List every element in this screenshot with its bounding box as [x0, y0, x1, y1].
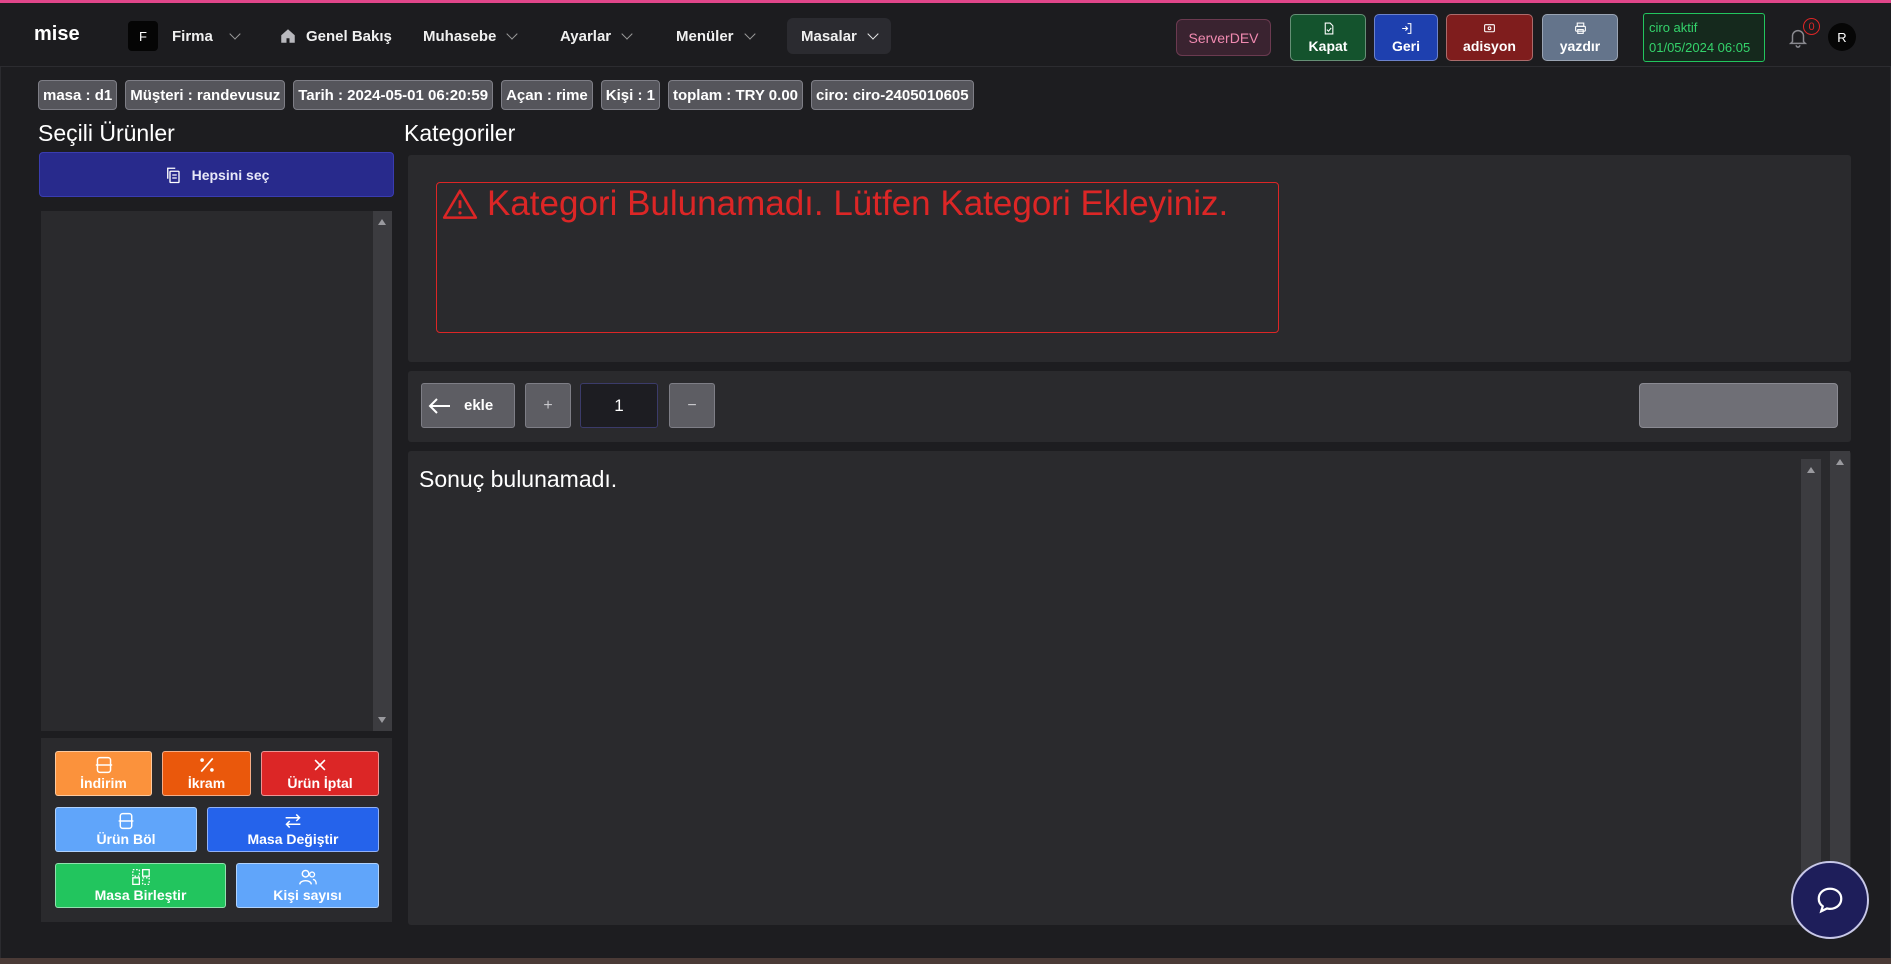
treat-button[interactable]: İkram — [162, 751, 251, 796]
nav-settings[interactable]: Ayarlar — [560, 18, 633, 54]
scroll-down-icon[interactable] — [378, 717, 386, 723]
copy-icon — [166, 167, 180, 183]
merge-tables-button[interactable]: Masa Birleştir — [55, 863, 226, 908]
notification-count-badge: 0 — [1803, 18, 1820, 35]
selected-products-title: Seçili Ürünler — [38, 120, 175, 146]
printer-icon — [1574, 22, 1586, 34]
back-button[interactable]: Geri — [1374, 14, 1438, 61]
chip-total: toplam : TRY 0.00 — [667, 80, 804, 110]
add-button-label: ekle — [464, 397, 494, 414]
back-button-label: Geri — [1391, 37, 1420, 54]
ciro-status-line1: ciro aktif — [1649, 20, 1698, 35]
increment-button[interactable]: + — [525, 383, 571, 428]
add-controls-panel: ekle + 1 − — [408, 371, 1851, 442]
products-results-panel: Sonuç bulunamadı. — [408, 451, 1851, 925]
table-info-chips: masa : d1 Müşteri : randevusuz Tarih : 2… — [38, 80, 974, 110]
discount-label: İndirim — [80, 775, 127, 791]
merge-tables-label: Masa Birleştir — [94, 887, 187, 903]
categories-title: Kategoriler — [404, 120, 516, 146]
chip-ciro: ciro: ciro-2405010605 — [811, 80, 974, 110]
nav-overview[interactable]: Genel Bakış — [279, 18, 392, 54]
no-results-text: Sonuç bulunamadı. — [419, 466, 618, 492]
scroll-up-icon[interactable] — [1807, 467, 1815, 473]
page-scrollbar[interactable] — [1830, 451, 1850, 871]
scroll-up-icon[interactable] — [378, 219, 386, 225]
percent-icon — [199, 757, 214, 773]
bottom-strip — [0, 958, 1891, 964]
nav-menus[interactable]: Menüler — [676, 18, 756, 54]
swap-icon — [285, 813, 301, 829]
users-icon — [298, 869, 317, 885]
close-button[interactable]: Kapat — [1290, 14, 1366, 61]
quantity-field[interactable]: 1 — [580, 383, 658, 428]
nav-menus-label: Menüler — [676, 27, 734, 45]
select-all-button[interactable]: Hepsini seç — [39, 152, 394, 197]
decrement-button[interactable]: − — [669, 383, 715, 428]
file-check-icon — [1324, 22, 1333, 34]
guest-count-label: Kişi sayısı — [273, 887, 342, 903]
merge-icon — [131, 868, 150, 886]
top-navbar: mise F Firma Genel Bakış Muhasebe Ayarla… — [0, 3, 1891, 67]
home-icon — [281, 29, 295, 43]
category-alert-text: Kategori Bulunamadı. Lütfen Kategori Ekl… — [487, 184, 1229, 223]
firm-badge: F — [128, 21, 158, 51]
split-icon — [118, 812, 134, 830]
warning-icon — [442, 189, 478, 219]
treat-label: İkram — [187, 775, 226, 791]
chevron-down-icon — [621, 27, 633, 40]
chat-icon — [1817, 887, 1843, 914]
chip-date: Tarih : 2024-05-01 06:20:59 — [293, 80, 494, 110]
results-scrollbar[interactable] — [1801, 459, 1821, 879]
categories-panel: Kategori Bulunamadı. Lütfen Kategori Ekl… — [408, 155, 1851, 362]
ciro-status[interactable]: ciro aktif 01/05/2024 06:05 — [1643, 13, 1765, 62]
arrow-left-icon — [428, 397, 450, 414]
chat-support-button[interactable] — [1791, 861, 1869, 939]
chevron-down-icon — [867, 27, 879, 40]
nav-accounting[interactable]: Muhasebe — [423, 18, 519, 54]
cancel-product-button[interactable]: Ürün İptal — [261, 751, 379, 796]
server-dev-badge[interactable]: ServerDEV — [1176, 19, 1271, 56]
receipt-icon — [1484, 23, 1495, 32]
change-table-label: Masa Değiştir — [247, 831, 339, 847]
nav-firm-label: Firma — [172, 27, 213, 45]
category-alert: Kategori Bulunamadı. Lütfen Kategori Ekl… — [436, 182, 1279, 333]
split-product-button[interactable]: Ürün Böl — [55, 807, 197, 852]
list-scrollbar[interactable] — [373, 211, 392, 731]
change-table-button[interactable]: Masa Değiştir — [207, 807, 379, 852]
split-product-label: Ürün Böl — [96, 831, 156, 847]
nav-accounting-label: Muhasebe — [423, 27, 497, 45]
chip-customer: Müşteri : randevusuz — [125, 80, 286, 110]
avatar[interactable]: R — [1828, 23, 1856, 51]
close-icon — [314, 759, 326, 771]
app-logo[interactable]: mise — [34, 23, 80, 46]
right-action-field[interactable] — [1639, 383, 1838, 428]
discount-button[interactable]: İndirim — [55, 751, 152, 796]
cancel-product-label: Ürün İptal — [287, 775, 353, 791]
selected-products-list[interactable] — [41, 211, 392, 731]
nav-settings-label: Ayarlar — [560, 27, 612, 45]
scroll-up-icon[interactable] — [1836, 459, 1844, 465]
guest-count-button[interactable]: Kişi sayısı — [236, 863, 379, 908]
print-button[interactable]: yazdır — [1542, 14, 1618, 61]
exit-icon — [1401, 22, 1411, 34]
product-operations-panel: İndirim İkram Ürün İptal Ürün Böl Masa D… — [41, 738, 392, 922]
nav-tables[interactable]: Masalar — [787, 18, 891, 54]
bill-button-label: adisyon — [1463, 37, 1516, 54]
nav-overview-label: Genel Bakış — [306, 27, 392, 45]
chevron-down-icon — [229, 27, 241, 40]
nav-firm[interactable]: F Firma — [128, 18, 241, 54]
bill-button[interactable]: adisyon — [1446, 14, 1533, 61]
scissors-icon — [95, 756, 112, 774]
add-button[interactable]: ekle — [421, 383, 515, 428]
chevron-down-icon — [506, 27, 519, 40]
chevron-down-icon — [743, 27, 756, 40]
select-all-label: Hepsini seç — [191, 166, 270, 183]
chip-guests: Kişi : 1 — [600, 80, 660, 110]
chip-opener: Açan : rime — [501, 80, 593, 110]
print-button-label: yazdır — [1559, 37, 1601, 54]
close-button-label: Kapat — [1308, 37, 1348, 54]
ciro-status-line2: 01/05/2024 06:05 — [1649, 40, 1751, 55]
nav-tables-label: Masalar — [801, 27, 857, 45]
chip-table: masa : d1 — [38, 80, 118, 110]
